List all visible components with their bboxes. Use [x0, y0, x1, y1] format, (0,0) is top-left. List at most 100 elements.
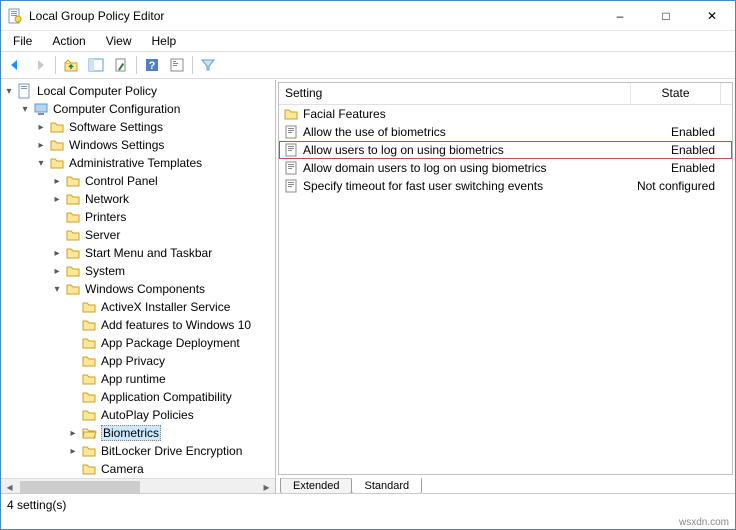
show-hide-tree-button[interactable] — [84, 54, 108, 76]
expand-icon[interactable]: ▸ — [67, 445, 79, 457]
folder-icon — [65, 263, 81, 279]
folder-icon — [65, 191, 81, 207]
expand-icon[interactable]: ▾ — [35, 157, 47, 169]
settings-list[interactable]: Facial Features Allow the use of biometr… — [279, 105, 732, 474]
setting-name: Allow domain users to log on using biome… — [303, 161, 546, 175]
menu-view[interactable]: View — [98, 32, 144, 50]
forward-button[interactable] — [28, 54, 52, 76]
tree-add-features[interactable]: Add features to Windows 10 — [1, 316, 275, 334]
settings-pane: Setting State Facial Features Allow the … — [276, 80, 735, 495]
tree-bitlocker[interactable]: ▸ BitLocker Drive Encryption — [1, 442, 275, 460]
maximize-button[interactable]: □ — [643, 1, 689, 30]
tree-control-panel[interactable]: ▸ Control Panel — [1, 172, 275, 190]
folder-icon — [65, 227, 81, 243]
list-header: Setting State — [279, 83, 732, 105]
tree-label: Local Computer Policy — [37, 84, 157, 98]
list-row-specify-timeout[interactable]: Specify timeout for fast user switching … — [279, 177, 732, 195]
folder-icon — [65, 209, 81, 225]
tree-camera[interactable]: Camera — [1, 460, 275, 477]
help-button[interactable]: ? — [140, 54, 164, 76]
tree-label: App runtime — [101, 372, 166, 386]
policy-icon — [283, 124, 299, 140]
export-list-button[interactable] — [109, 54, 133, 76]
expand-icon[interactable]: ▾ — [51, 283, 63, 295]
tree-windows-settings[interactable]: ▸ Windows Settings — [1, 136, 275, 154]
properties-button[interactable] — [165, 54, 189, 76]
expand-icon[interactable]: ▸ — [35, 139, 47, 151]
tab-extended[interactable]: Extended — [280, 478, 352, 494]
folder-open-icon — [81, 425, 97, 441]
menu-file[interactable]: File — [5, 32, 44, 50]
tree-admin-templates[interactable]: ▾ Administrative Templates — [1, 154, 275, 172]
tree-label: Application Compatibility — [101, 390, 232, 404]
tree-system[interactable]: ▸ System — [1, 262, 275, 280]
setting-state: Enabled — [631, 125, 721, 139]
tree-autoplay-policies[interactable]: AutoPlay Policies — [1, 406, 275, 424]
scroll-thumb[interactable] — [20, 481, 140, 493]
tree-label: AutoPlay Policies — [101, 408, 194, 422]
tree-label: Windows Components — [85, 282, 205, 296]
folder-icon — [81, 443, 97, 459]
setting-state: Enabled — [631, 143, 721, 157]
tree-start-menu[interactable]: ▸ Start Menu and Taskbar — [1, 244, 275, 262]
tree-network[interactable]: ▸ Network — [1, 190, 275, 208]
tab-standard[interactable]: Standard — [351, 478, 422, 494]
folder-icon — [49, 155, 65, 171]
minimize-button[interactable]: – — [597, 1, 643, 30]
tree-label: BitLocker Drive Encryption — [101, 444, 242, 458]
tree-label: Administrative Templates — [69, 156, 202, 170]
list-row-allow-domain-users-biometrics[interactable]: Allow domain users to log on using biome… — [279, 159, 732, 177]
expand-icon[interactable]: ▸ — [51, 247, 63, 259]
expand-icon[interactable]: ▾ — [3, 85, 15, 97]
tree-app-runtime[interactable]: App runtime — [1, 370, 275, 388]
expand-icon[interactable]: ▾ — [19, 103, 31, 115]
folder-icon — [81, 371, 97, 387]
expand-icon[interactable]: ▸ — [35, 121, 47, 133]
tree-label: Printers — [85, 210, 126, 224]
policy-icon — [283, 178, 299, 194]
folder-icon — [283, 106, 299, 122]
tree-app-privacy[interactable]: App Privacy — [1, 352, 275, 370]
menu-help[interactable]: Help — [144, 32, 189, 50]
policy-icon — [283, 160, 299, 176]
tree-activex-installer[interactable]: ActiveX Installer Service — [1, 298, 275, 316]
up-button[interactable] — [59, 54, 83, 76]
policy-tree[interactable]: ▾ Local Computer Policy ▾ Computer Confi… — [1, 80, 275, 477]
status-bar: 4 setting(s) — [1, 493, 735, 515]
tree-label: Server — [85, 228, 120, 242]
back-button[interactable] — [3, 54, 27, 76]
menu-action[interactable]: Action — [44, 32, 97, 50]
computer-icon — [33, 101, 49, 117]
expand-icon[interactable]: ▸ — [51, 175, 63, 187]
folder-icon — [81, 353, 97, 369]
tree-label: Windows Settings — [69, 138, 164, 152]
setting-name: Allow users to log on using biometrics — [303, 143, 504, 157]
tree-biometrics[interactable]: ▸ Biometrics — [1, 424, 275, 442]
tree-application-compatibility[interactable]: Application Compatibility — [1, 388, 275, 406]
tree-printers[interactable]: Printers — [1, 208, 275, 226]
column-setting[interactable]: Setting — [279, 83, 631, 104]
folder-icon — [65, 245, 81, 261]
folder-icon — [49, 137, 65, 153]
setting-name: Allow the use of biometrics — [303, 125, 446, 139]
folder-icon — [49, 119, 65, 135]
expand-icon[interactable]: ▸ — [51, 265, 63, 277]
svg-text:?: ? — [149, 60, 156, 72]
list-row-allow-use-biometrics[interactable]: Allow the use of biometrics Enabled — [279, 123, 732, 141]
column-state[interactable]: State — [631, 83, 721, 104]
tree-app-package-deployment[interactable]: App Package Deployment — [1, 334, 275, 352]
setting-name: Specify timeout for fast user switching … — [303, 179, 543, 193]
tree-windows-components[interactable]: ▾ Windows Components — [1, 280, 275, 298]
tree-root[interactable]: ▾ Local Computer Policy — [1, 82, 275, 100]
tree-computer-configuration[interactable]: ▾ Computer Configuration — [1, 100, 275, 118]
expand-icon[interactable]: ▸ — [67, 427, 79, 439]
status-text: 4 setting(s) — [7, 498, 66, 512]
tree-software-settings[interactable]: ▸ Software Settings — [1, 118, 275, 136]
tree-server[interactable]: Server — [1, 226, 275, 244]
close-button[interactable]: ✕ — [689, 1, 735, 30]
filter-button[interactable] — [196, 54, 220, 76]
list-row-allow-users-logon-biometrics[interactable]: Allow users to log on using biometrics E… — [279, 141, 732, 159]
expand-icon[interactable]: ▸ — [51, 193, 63, 205]
list-row-facial-features[interactable]: Facial Features — [279, 105, 732, 123]
tree-label: App Privacy — [101, 354, 165, 368]
